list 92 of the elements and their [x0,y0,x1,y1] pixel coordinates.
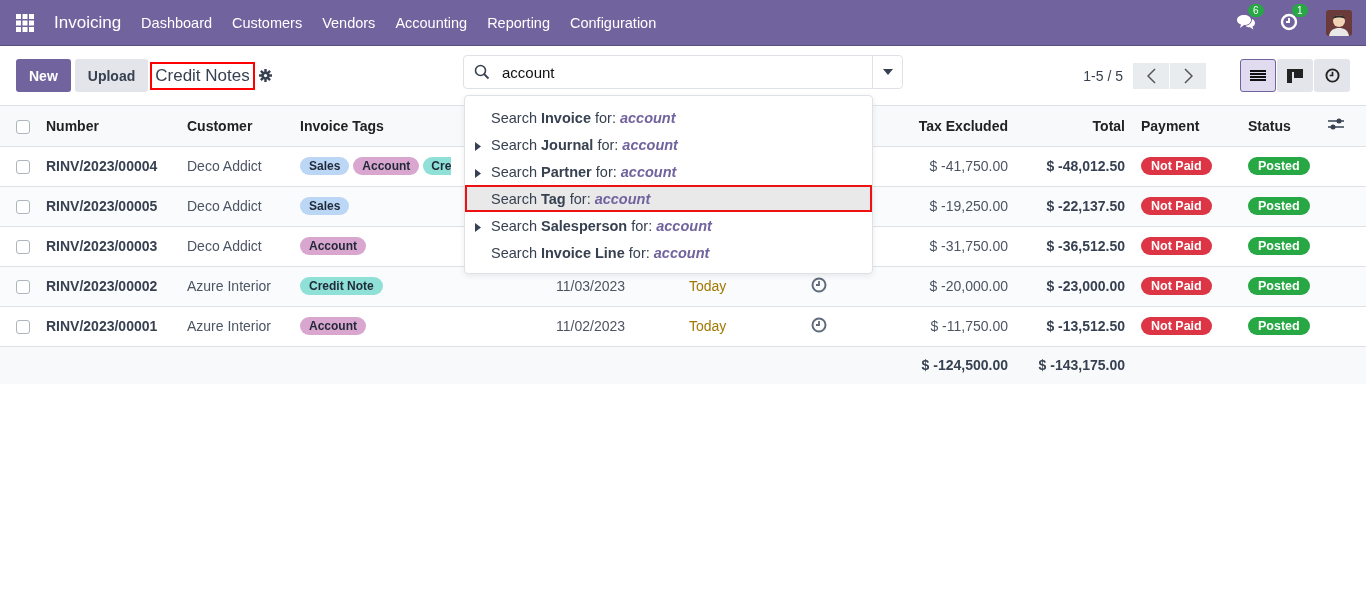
status-badge: Posted [1248,317,1310,335]
count-badge: 1 [1292,3,1308,17]
search-option[interactable]: Search Invoice for: account [465,104,872,131]
table-cell: Deco Addict [187,238,262,254]
table-cell: RINV/2023/00004 [46,158,158,174]
menu-item[interactable]: Reporting [487,14,550,31]
sliders-icon[interactable] [1328,117,1344,132]
row-checkbox[interactable] [16,320,30,335]
menu-item[interactable]: Customers [232,14,303,31]
table-cell: 11/03/2023 [556,278,626,294]
row-checkbox[interactable] [16,240,30,255]
next-button[interactable] [1170,62,1206,89]
table-cell: $ -31,750.00 [929,238,1008,254]
pager-value: 1-5 / 5 [1083,67,1123,84]
row-checkbox[interactable] [16,200,30,215]
settings-icon[interactable] [258,69,272,82]
table-cell: Azure Interior [187,318,272,334]
payment-badge: Not Paid [1141,277,1212,295]
table-cell: Deco Addict [187,158,262,174]
menu-item[interactable]: Configuration [570,14,657,31]
upload-button[interactable]: Upload [74,59,149,92]
table-cell: $ -19,250.00 [929,198,1008,214]
table-cell: $ -20,000.00 [929,278,1008,294]
due-date: Today [689,278,727,294]
due-date: Today [689,318,727,334]
user-avatar[interactable] [1326,9,1352,36]
table-cell: 11/02/2023 [556,318,626,334]
search-option[interactable]: Search Tag for: account [465,185,872,212]
table-cell: $ -23,000.00 [1046,278,1125,294]
payment-badge: Not Paid [1141,317,1212,335]
payment-badge: Not Paid [1141,157,1212,175]
chevron-left-icon [1146,67,1156,84]
column-header[interactable]: Number [46,117,99,134]
row-checkbox[interactable] [16,160,30,175]
status-badge: Posted [1248,277,1310,295]
clock-icon[interactable] [811,316,827,333]
search-field[interactable]: account [502,57,872,87]
table-cell: RINV/2023/00005 [46,198,158,214]
total-value: $ -143,175.00 [1038,357,1125,374]
search-option[interactable]: Search Salesperson for: account [465,212,872,239]
status-badge: Posted [1248,197,1310,215]
table-cell: Deco Addict [187,198,262,214]
total-value: $ -124,500.00 [921,357,1008,374]
table-cell: $ -13,512.50 [1046,318,1125,334]
menu-item[interactable]: Accounting [395,14,468,31]
table-cell: RINV/2023/00001 [46,318,158,334]
clock-icon[interactable] [811,276,827,293]
row-checkbox[interactable] [16,280,30,295]
search-option[interactable]: Search Partner for: account [465,158,872,185]
activity-view-button[interactable] [1314,59,1350,92]
select-all-checkbox[interactable] [16,119,30,134]
table-cell: $ -22,137.50 [1046,198,1125,214]
table-cell: RINV/2023/00003 [46,238,158,254]
table-cell: RINV/2023/00002 [46,278,158,294]
apps-grid-icon[interactable] [16,13,34,32]
column-header[interactable]: Invoice Tags [300,117,384,134]
status-badge: Posted [1248,157,1310,175]
table-cell: $ -11,750.00 [930,318,1008,334]
previous-button[interactable] [1133,62,1169,89]
menu-item[interactable]: Dashboard [141,14,213,31]
table-cell: $ -48,012.50 [1046,158,1125,174]
kanban-view-button[interactable] [1277,59,1313,92]
payment-badge: Not Paid [1141,197,1212,215]
menu-item[interactable]: Vendors [322,14,376,31]
new-button[interactable]: New [16,59,71,92]
tag: Sales [300,197,350,215]
chevron-right-icon [1183,67,1193,84]
tag: Credit Note [300,277,383,295]
payment-badge: Not Paid [1141,237,1212,255]
tag: Account [300,237,366,255]
table-cell: $ -36,512.50 [1046,238,1125,254]
tag: Account [353,157,420,175]
list-view-button[interactable] [1240,59,1276,92]
status-badge: Posted [1248,237,1310,255]
tag: Sales [300,157,350,175]
kanban-icon [1287,68,1303,83]
clock-icon [1324,68,1340,83]
table-cell: Azure Interior [187,278,272,294]
chat-icon[interactable] [1236,12,1256,31]
count-badge: 6 [1248,3,1264,17]
search-icon [474,64,490,80]
list-icon [1250,69,1266,82]
search-option[interactable]: Search Invoice Line for: account [465,239,872,266]
caret-icon [882,69,893,75]
search-bar[interactable]: account [463,55,903,89]
app-name[interactable]: Invoicing [54,12,122,33]
table-cell: $ -41,750.00 [929,158,1008,174]
breadcrumb-title: Credit Notes [150,61,255,90]
tag: Cre [423,157,452,175]
search-option[interactable]: Search Journal for: account [465,131,872,158]
column-header[interactable]: Total [1092,117,1125,134]
tag: Account [300,317,366,335]
